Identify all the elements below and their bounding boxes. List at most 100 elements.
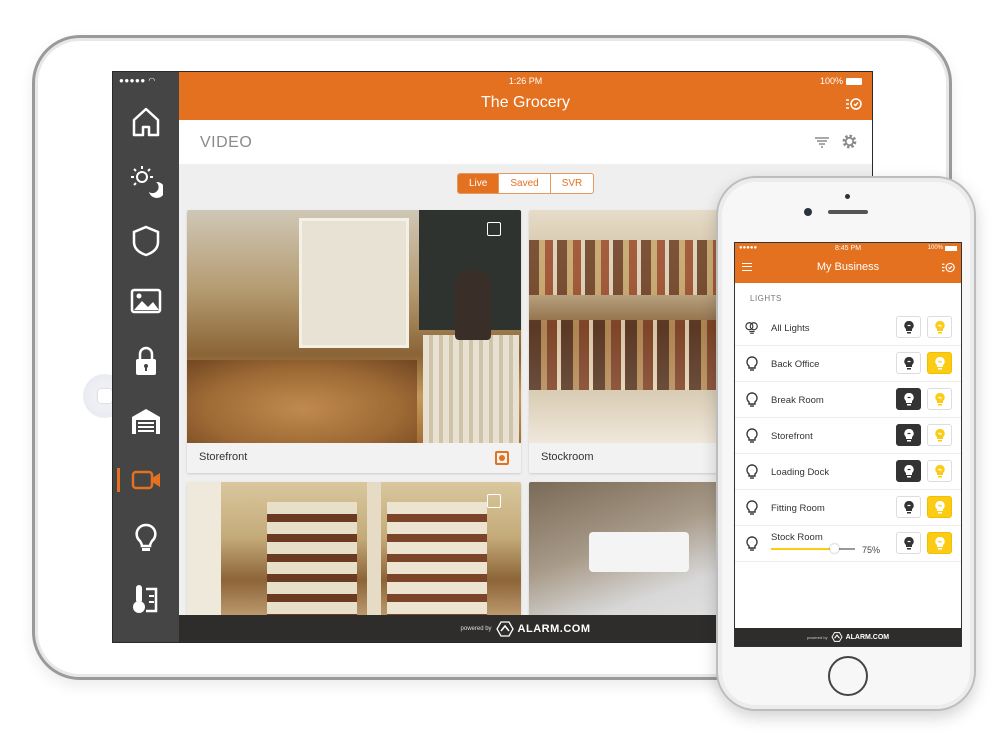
page-title: The Grocery xyxy=(481,94,570,111)
phone-sensor xyxy=(845,194,850,199)
camera-tile-storefront[interactable]: Storefront xyxy=(187,210,521,473)
light-row: Loading Dock xyxy=(735,454,961,490)
light-row: Stock Room 75% xyxy=(735,526,961,562)
expand-icon[interactable] xyxy=(487,494,501,508)
light-on-button[interactable] xyxy=(927,532,952,554)
record-icon[interactable] xyxy=(495,451,509,465)
camera-feed[interactable] xyxy=(187,210,521,443)
light-name: Loading Dock xyxy=(771,467,830,478)
light-on-button[interactable] xyxy=(927,388,952,410)
sidebar: ●●●●● ◠ xyxy=(113,72,179,642)
wifi-icon: ◠ xyxy=(148,76,156,85)
video-camera-icon xyxy=(131,470,160,490)
light-off-button[interactable] xyxy=(896,496,921,518)
light-off-button[interactable] xyxy=(896,388,921,410)
tab-svr[interactable]: SVR xyxy=(549,174,594,193)
phone-screen: ●●●●● 8:45 PM 100% My Business LIGHTS Al… xyxy=(734,242,962,647)
light-row: Fitting Room xyxy=(735,490,961,526)
light-off-button[interactable] xyxy=(896,316,921,338)
lightbulb-icon xyxy=(746,392,758,407)
light-row: Break Room xyxy=(735,382,961,418)
sidebar-item-garage[interactable] xyxy=(113,396,179,446)
marketing-composite: ●●●●● ◠ 1:26 PM 100% The Grocery VIDEO L… xyxy=(0,0,1000,737)
sidebar-item-home[interactable] xyxy=(113,97,179,147)
powered-by-footer: powered by ALARM.COM xyxy=(735,628,961,646)
light-on-button[interactable] xyxy=(927,460,952,482)
sidebar-item-scenes[interactable] xyxy=(113,156,179,206)
lightbulb-icon xyxy=(746,500,758,515)
battery-icon xyxy=(846,77,862,85)
phone-app-header: ●●●●● 8:45 PM 100% My Business xyxy=(735,243,961,283)
camera-feed[interactable] xyxy=(187,482,521,622)
lightbulb-icon xyxy=(135,523,157,551)
filter-icon[interactable] xyxy=(814,134,830,150)
tab-live[interactable]: Live xyxy=(458,174,499,193)
slider-knob[interactable] xyxy=(830,544,839,553)
status-time: 1:26 PM xyxy=(508,76,543,86)
lightbulb-on-icon xyxy=(934,320,945,334)
lightbulb-off-icon xyxy=(903,500,914,514)
light-row: Storefront xyxy=(735,418,961,454)
phone-front-camera xyxy=(804,208,812,216)
light-off-button[interactable] xyxy=(896,532,921,554)
light-off-button[interactable] xyxy=(896,424,921,446)
light-name: All Lights xyxy=(771,323,810,334)
light-off-button[interactable] xyxy=(896,460,921,482)
tab-saved[interactable]: Saved xyxy=(498,174,549,193)
light-row: All Lights xyxy=(735,310,961,346)
schedule-check-icon[interactable] xyxy=(942,261,955,274)
expand-icon[interactable] xyxy=(487,222,501,236)
dimmer-value: 75% xyxy=(862,545,881,555)
lightbulb-icon xyxy=(746,356,758,371)
sidebar-item-lights[interactable] xyxy=(113,514,179,564)
light-name: Storefront xyxy=(771,431,813,442)
light-row: Back Office xyxy=(735,346,961,382)
alarm-logo-icon xyxy=(831,632,843,642)
garage-icon xyxy=(132,409,160,434)
lightbulb-off-icon xyxy=(903,536,914,550)
sidebar-item-security[interactable] xyxy=(113,216,179,266)
app-header: 1:26 PM 100% The Grocery xyxy=(179,72,872,120)
lightbulb-on-icon xyxy=(934,536,945,550)
thermostat-icon xyxy=(133,585,158,613)
dimmer-slider[interactable] xyxy=(771,544,855,553)
phone-home-button[interactable] xyxy=(828,656,868,696)
sun-moon-icon xyxy=(131,166,163,198)
sidebar-item-locks[interactable] xyxy=(113,336,179,386)
sidebar-item-video[interactable] xyxy=(113,455,179,505)
lightbulb-off-icon xyxy=(903,392,914,406)
lightbulb-on-icon xyxy=(934,356,945,370)
battery-indicator: 100% xyxy=(928,245,957,251)
camera-label: Storefront xyxy=(187,443,521,473)
lightbulb-icon xyxy=(746,464,758,479)
lightbulb-on-icon xyxy=(934,392,945,406)
sidebar-item-thermostat[interactable] xyxy=(113,574,179,624)
section-title: VIDEO xyxy=(200,134,253,151)
segmented-control: Live Saved SVR xyxy=(457,173,595,194)
lightbulb-off-icon xyxy=(903,320,914,334)
schedule-check-icon[interactable] xyxy=(846,96,862,112)
phone-speaker xyxy=(828,210,868,214)
light-on-button[interactable] xyxy=(927,352,952,374)
shield-icon xyxy=(132,225,160,257)
battery-icon xyxy=(945,245,957,251)
home-icon xyxy=(132,107,160,137)
phone-device: ●●●●● 8:45 PM 100% My Business LIGHTS Al… xyxy=(716,176,976,711)
light-off-button[interactable] xyxy=(896,352,921,374)
gear-icon[interactable] xyxy=(841,133,858,150)
light-on-button[interactable] xyxy=(927,496,952,518)
sidebar-item-images[interactable] xyxy=(113,276,179,326)
light-on-button[interactable] xyxy=(927,316,952,338)
light-name: Back Office xyxy=(771,359,820,370)
lightbulb-icon xyxy=(746,536,758,551)
lock-icon xyxy=(136,346,156,375)
camera-tile-3[interactable] xyxy=(187,482,521,622)
light-name: Stock Room xyxy=(771,532,823,543)
lightbulb-off-icon xyxy=(903,464,914,478)
lightbulb-off-icon xyxy=(903,356,914,370)
light-on-button[interactable] xyxy=(927,424,952,446)
light-name: Fitting Room xyxy=(771,503,825,514)
lightbulb-on-icon xyxy=(934,500,945,514)
lightbulb-on-icon xyxy=(934,428,945,442)
lightbulb-icon xyxy=(746,428,758,443)
